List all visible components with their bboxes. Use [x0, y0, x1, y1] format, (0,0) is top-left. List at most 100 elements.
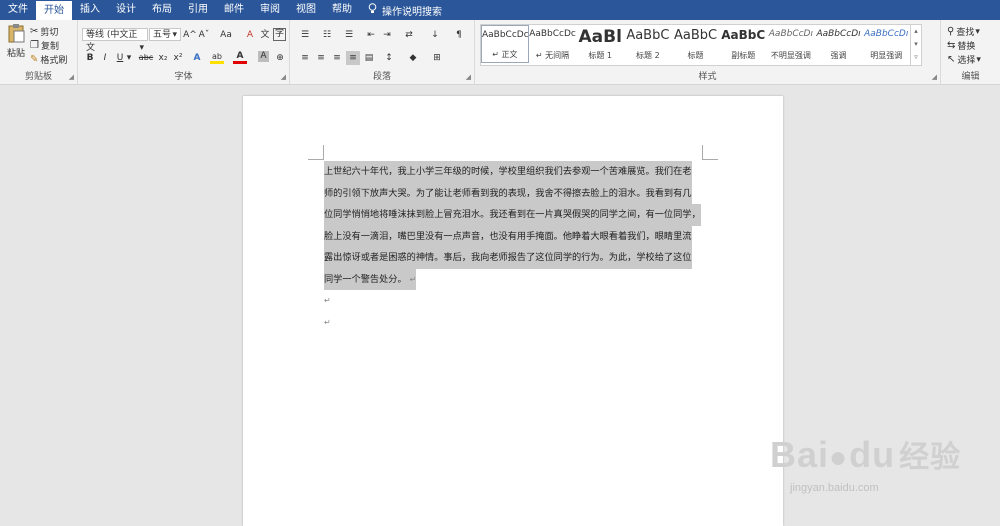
chinese-layout-button[interactable]: ⇄: [402, 28, 416, 42]
subscript-button[interactable]: x₂: [156, 51, 170, 65]
select-button[interactable]: ↖ 选择 ▾: [947, 53, 981, 66]
tab-insert[interactable]: 插入: [72, 0, 108, 20]
style-sample: AaBbC: [673, 28, 718, 43]
style-intense-emphasis[interactable]: AaBbCcDı 明显强调: [862, 25, 910, 63]
format-painter-label: 格式刷: [40, 56, 68, 66]
document-page[interactable]: 上世纪六十年代，我上小学三年级的时候，学校里组织我们去参观一个苦难展览。我们在老…: [243, 96, 783, 526]
font-name-dropdown[interactable]: 等线 (中文正文 ▾: [82, 28, 148, 53]
align-center-button[interactable]: ≡: [314, 51, 328, 65]
chevron-down-icon[interactable]: ▾: [911, 38, 921, 51]
line-spacing-button[interactable]: ↕: [382, 51, 396, 65]
find-button[interactable]: ⚲ 查找 ▾: [947, 25, 980, 38]
group-paragraph: ☰ ☷ ☰ ⇤ ⇥ ⇄ ↓ ¶ ≡ ≡ ≡ ≡ ▤ ↕ ◆ ⊞ 段落 ◢: [290, 20, 475, 84]
format-painter-button[interactable]: ✎ 格式刷: [30, 53, 67, 66]
numbering-button[interactable]: ☷: [320, 28, 334, 42]
bold-button[interactable]: B: [83, 51, 97, 65]
underline-chevron-icon[interactable]: ▾: [125, 51, 133, 65]
dialog-launcher-icon[interactable]: ◢: [69, 73, 74, 81]
shading-button[interactable]: ◆: [406, 51, 420, 65]
tab-layout[interactable]: 布局: [144, 0, 180, 20]
paste-button[interactable]: 粘贴: [5, 23, 27, 63]
indent-icon: ⇥: [383, 30, 391, 40]
font-size-dropdown[interactable]: 五号 ▾: [149, 28, 181, 41]
text-line: 位同学悄悄地将唾沫抹到脸上冒充泪水。我还看到在一片真哭假哭的同学之间，有一位同学…: [324, 204, 701, 226]
outdent-icon: ⇤: [367, 30, 375, 40]
clipboard-group-label: 剪贴板: [24, 72, 52, 82]
tab-file[interactable]: 文件: [0, 0, 36, 20]
style-sample: AaBbCcDı: [768, 29, 813, 39]
style-subtitle[interactable]: AaBbC 副标题: [719, 25, 767, 63]
find-label: 查找: [956, 28, 975, 38]
strikethrough-button[interactable]: abc: [137, 51, 155, 65]
superscript-button[interactable]: x²: [171, 51, 185, 65]
cut-button[interactable]: ✂ 剪切: [30, 25, 58, 38]
dialog-launcher-icon[interactable]: ◢: [466, 73, 471, 81]
style-heading-1[interactable]: AaBl 标题 1: [576, 25, 624, 63]
phonetic-guide-button[interactable]: 文: [258, 28, 272, 42]
style-no-spacing[interactable]: AaBbCcDc ↵ 无间隔: [529, 25, 577, 63]
search-icon: ⚲: [947, 26, 955, 37]
dialog-launcher-icon[interactable]: ◢: [281, 73, 286, 81]
enclosed-char-button[interactable]: ⊕: [273, 51, 287, 65]
tab-mailings[interactable]: 邮件: [216, 0, 252, 20]
change-case-button[interactable]: Aa: [217, 28, 235, 42]
styles-scroll[interactable]: ▴ ▾ ▿: [910, 25, 921, 65]
gallery-more-icon[interactable]: ▿: [911, 51, 921, 64]
highlight-button[interactable]: ab: [210, 51, 224, 64]
style-emphasis[interactable]: AaBbCcDı 强调: [815, 25, 863, 63]
dialog-launcher-icon[interactable]: ◢: [932, 73, 937, 81]
align-left-button[interactable]: ≡: [298, 51, 312, 65]
paragraph-mark: ↵: [324, 317, 331, 327]
paint-bucket-icon: ◆: [409, 53, 417, 63]
bullet-list-icon: ☰: [300, 30, 310, 40]
watermark-url: jingyan.baidu.com: [790, 482, 879, 494]
tab-home[interactable]: 开始: [36, 1, 72, 20]
tab-references[interactable]: 引用: [180, 0, 216, 20]
chevron-up-icon[interactable]: ▴: [911, 25, 921, 38]
paw-icon: ●: [829, 441, 849, 474]
italic-button[interactable]: I: [98, 51, 112, 65]
style-normal[interactable]: AaBbCcDc ↵ 正文: [481, 25, 529, 63]
enclose-characters-button[interactable]: 字: [273, 28, 286, 41]
style-subtle-emphasis[interactable]: AaBbCcDı 不明显强调: [767, 25, 815, 63]
replace-button[interactable]: ⇆ 替换: [947, 39, 975, 52]
paragraph-selected[interactable]: 上世纪六十年代，我上小学三年级的时候，学校里组织我们去参观一个苦难展览。我们在老…: [324, 161, 702, 290]
show-marks-button[interactable]: ¶: [452, 28, 466, 42]
justify-button[interactable]: ≡: [346, 51, 360, 65]
tell-me-search[interactable]: 操作说明搜索: [368, 3, 442, 18]
text-effects-button[interactable]: A: [190, 51, 204, 65]
multilevel-list-button[interactable]: ☰: [342, 28, 356, 42]
bullets-button[interactable]: ☰: [298, 28, 312, 42]
document-body[interactable]: 上世纪六十年代，我上小学三年级的时候，学校里组织我们去参观一个苦难展览。我们在老…: [324, 161, 702, 333]
empty-paragraph[interactable]: ↵: [324, 312, 702, 334]
watermark-logo: Bai●百du经验: [770, 434, 962, 475]
tab-help[interactable]: 帮助: [324, 0, 360, 20]
style-sample: AaBbCcDc: [529, 29, 576, 39]
decrease-indent-button[interactable]: ⇤: [364, 28, 378, 42]
style-title[interactable]: AaBbC 标题: [672, 25, 720, 63]
align-right-button[interactable]: ≡: [330, 51, 344, 65]
tell-me-label: 操作说明搜索: [382, 6, 442, 18]
crop-mark-top-right: [702, 145, 718, 160]
increase-indent-button[interactable]: ⇥: [380, 28, 394, 42]
borders-button[interactable]: ⊞: [430, 51, 444, 65]
distributed-button[interactable]: ▤: [362, 51, 376, 65]
borders-icon: ⊞: [433, 53, 441, 63]
font-group-label: 字体: [174, 72, 193, 82]
copy-button[interactable]: ❐ 复制: [30, 39, 59, 52]
style-name: 标题: [687, 51, 704, 60]
shrink-font-button[interactable]: Aˇ: [197, 28, 211, 42]
tab-design[interactable]: 设计: [108, 0, 144, 20]
style-heading-2[interactable]: AaBbC 标题 2: [624, 25, 672, 63]
chinese-layout-icon: ⇄: [405, 30, 413, 40]
tab-review[interactable]: 审阅: [252, 0, 288, 20]
text-line: 上世纪六十年代，我上小学三年级的时候，学校里组织我们去参观一个苦难展览。我们在老: [324, 161, 692, 183]
clear-formatting-button[interactable]: A: [243, 28, 257, 42]
character-shading-button[interactable]: A: [258, 51, 269, 62]
empty-paragraph[interactable]: ↵: [324, 290, 702, 312]
sort-button[interactable]: ↓: [428, 28, 442, 42]
tab-view[interactable]: 视图: [288, 0, 324, 20]
font-color-button[interactable]: A: [233, 51, 247, 64]
grow-font-button[interactable]: A^: [183, 28, 197, 42]
crop-mark-top-left: [308, 145, 324, 160]
